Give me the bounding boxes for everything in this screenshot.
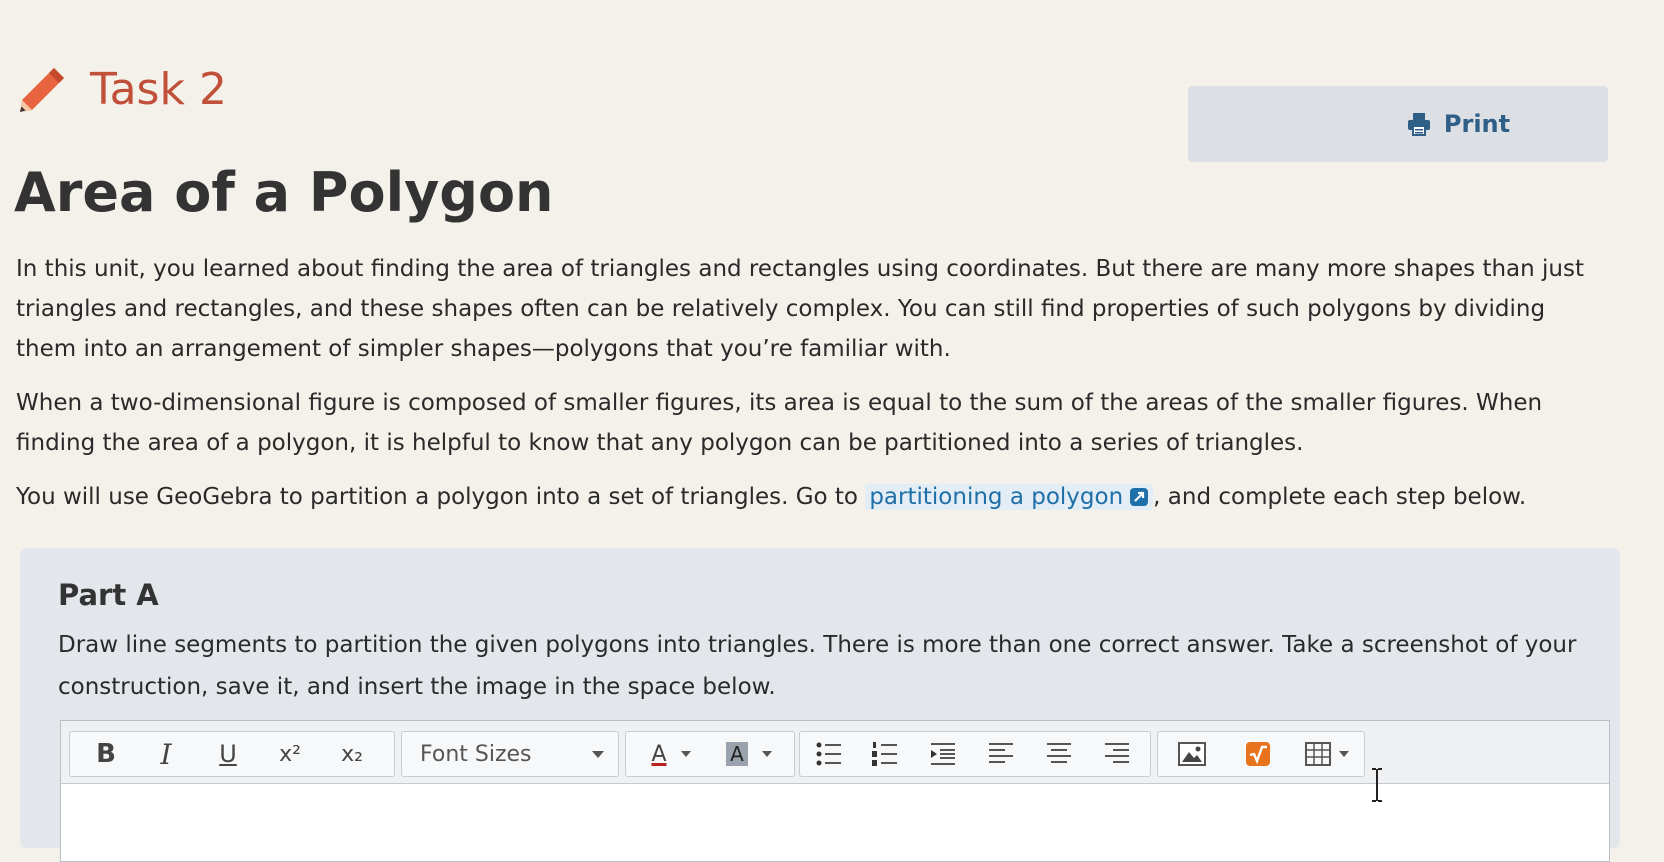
chevron-down-icon — [592, 750, 604, 758]
bullet-list-button[interactable] — [804, 732, 854, 776]
part-a-instructions: Draw line segments to partition the give… — [58, 632, 1577, 700]
task-label: Task 2 — [90, 64, 227, 115]
insert-table-button[interactable] — [1294, 732, 1360, 776]
composition-paragraph: When a two-dimensional figure is compose… — [16, 390, 1543, 456]
align-left-icon — [989, 743, 1013, 763]
align-left-button[interactable] — [976, 732, 1026, 776]
highlight-color-label: A — [726, 742, 748, 766]
font-sizes-label: Font Sizes — [420, 741, 532, 767]
bold-button[interactable]: B — [78, 732, 134, 776]
printer-icon — [1407, 113, 1430, 136]
numbered-list-icon — [872, 742, 897, 766]
geogebra-paragraph: You will use GeoGebra to partition a pol… — [16, 477, 1606, 517]
indent-button[interactable] — [918, 732, 968, 776]
align-center-icon — [1047, 743, 1071, 763]
table-icon — [1305, 742, 1331, 766]
chevron-down-icon — [680, 751, 691, 757]
insert-math-button[interactable] — [1228, 732, 1288, 776]
geogebra-text-after: , and complete each step below. — [1153, 484, 1527, 510]
font-color-button[interactable]: A — [636, 732, 706, 776]
print-label: Print — [1443, 110, 1511, 138]
numbered-list-button[interactable] — [860, 732, 910, 776]
bullet-list-icon — [816, 742, 841, 766]
intro-paragraph: In this unit, you learned about finding … — [16, 256, 1584, 362]
font-color-label: A — [651, 741, 667, 767]
font-sizes-dropdown[interactable]: Font Sizes — [401, 731, 619, 777]
align-right-icon — [1105, 743, 1129, 763]
insert-group — [1157, 731, 1365, 777]
part-a-panel: Part A Draw line segments to partition t… — [20, 548, 1620, 862]
math-sqrt-icon — [1246, 742, 1270, 766]
partitioning-polygon-link[interactable]: partitioning a polygon — [865, 484, 1154, 510]
part-a-title: Part A — [58, 578, 159, 612]
geogebra-text-before: You will use GeoGebra to partition a pol… — [16, 484, 866, 510]
image-icon — [1178, 742, 1206, 766]
pencil-icon — [20, 68, 64, 112]
chevron-down-icon — [761, 751, 772, 757]
page-title: Area of a Polygon — [14, 161, 554, 224]
underline-button[interactable]: U — [200, 732, 256, 776]
partitioning-polygon-link-label: partitioning a polygon — [869, 484, 1124, 510]
print-button[interactable]: Print — [1188, 86, 1608, 162]
insert-image-button[interactable] — [1162, 732, 1222, 776]
align-center-button[interactable] — [1034, 732, 1084, 776]
subscript-button[interactable]: x₂ — [322, 732, 382, 776]
align-right-button[interactable] — [1092, 732, 1142, 776]
chevron-down-icon — [1339, 751, 1349, 757]
formatting-group: B I U x² x₂ — [69, 731, 395, 777]
highlight-color-button[interactable]: A — [712, 732, 786, 776]
italic-button[interactable]: I — [138, 732, 194, 776]
task-header: Task 2 — [14, 58, 227, 122]
indent-icon — [931, 743, 955, 765]
list-align-group — [799, 731, 1151, 777]
color-group: A A — [625, 731, 795, 777]
external-link-icon — [1130, 488, 1149, 506]
text-cursor-icon — [1372, 768, 1382, 802]
superscript-button[interactable]: x² — [262, 732, 318, 776]
